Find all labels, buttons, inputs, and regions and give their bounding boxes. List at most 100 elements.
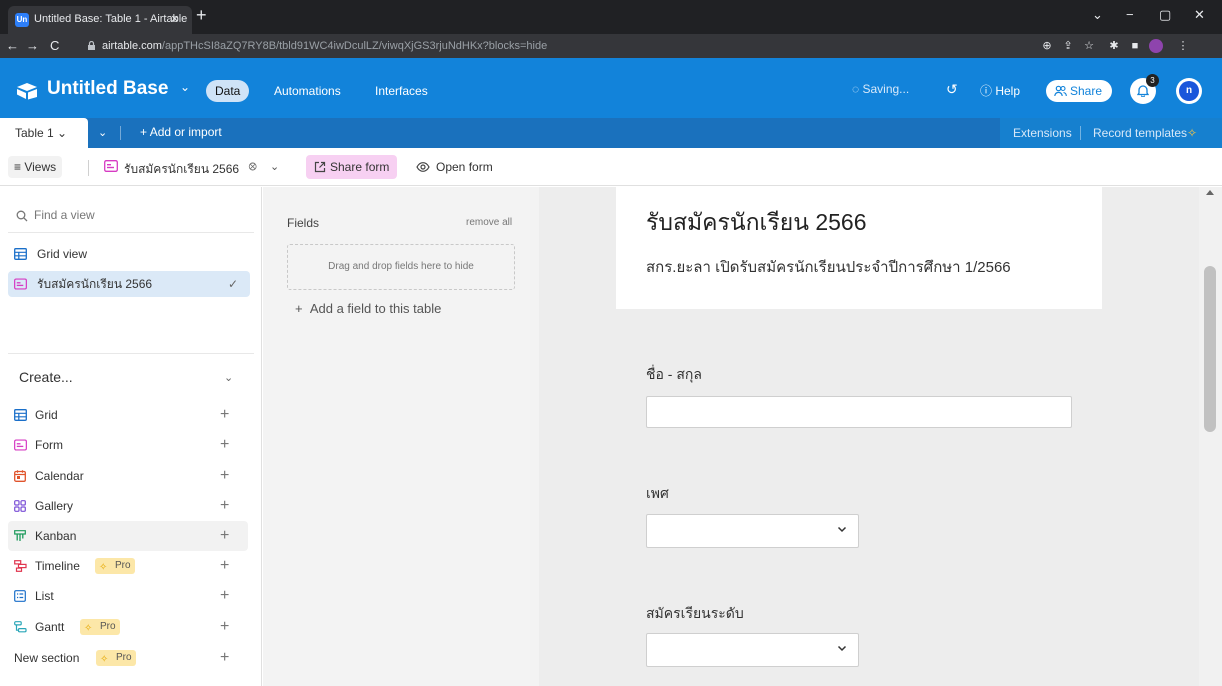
- browser-menu-icon[interactable]: ⋮: [1176, 39, 1190, 53]
- collaborative-view-icon[interactable]: ꕕ: [248, 160, 257, 175]
- base-menu-chevron-icon[interactable]: ⌄: [180, 80, 190, 94]
- create-item-label: Gantt: [35, 620, 65, 634]
- record-templates-button[interactable]: Record templates✧: [1093, 126, 1197, 140]
- create-collapse-chevron-icon[interactable]: ⌄: [224, 371, 233, 384]
- create-calendar-item[interactable]: Calendar +: [8, 461, 248, 491]
- side-panel-icon[interactable]: ■: [1128, 39, 1142, 53]
- create-gantt-item[interactable]: Gantt ✧ Pro +: [8, 612, 248, 642]
- close-window-button[interactable]: ✕: [1194, 7, 1205, 23]
- create-list-item[interactable]: List +: [8, 581, 248, 611]
- reload-icon[interactable]: C: [50, 38, 59, 54]
- create-gallery-item[interactable]: Gallery +: [8, 491, 248, 521]
- sparkle-icon: ✧: [99, 562, 108, 573]
- views-label: Views: [24, 160, 57, 174]
- base-name[interactable]: Untitled Base: [47, 78, 168, 100]
- add-field-button[interactable]: + Add a field to this table: [295, 301, 441, 316]
- gender-select[interactable]: [646, 514, 859, 548]
- user-avatar[interactable]: n: [1176, 78, 1202, 104]
- find-view-placeholder: Find a view: [34, 208, 95, 222]
- url-text: airtable.com/appTHcSI8aZQ7RY8B/tbld91WC4…: [102, 40, 547, 52]
- scroll-up-arrow-icon[interactable]: [1206, 190, 1214, 195]
- tab-interfaces[interactable]: Interfaces: [375, 84, 428, 98]
- plus-icon: +: [220, 497, 230, 514]
- table-tab[interactable]: Table 1 ⌄: [0, 118, 88, 148]
- gantt-icon: [14, 621, 27, 633]
- saving-text: Saving...: [862, 82, 910, 96]
- extensions-puzzle-icon[interactable]: ✱: [1107, 39, 1121, 53]
- history-icon[interactable]: ↺: [946, 81, 958, 98]
- plus-icon: +: [220, 587, 230, 604]
- sidebar-divider: [8, 232, 254, 233]
- airtable-favicon-icon: Un: [15, 13, 29, 27]
- url-path: /appTHcSI8aZQ7RY8B/tbld91WC4iwDculLZ/viw…: [161, 40, 548, 52]
- sparkle-icon: ✧: [1187, 126, 1198, 140]
- sidebar-item-grid-view[interactable]: Grid view: [8, 241, 250, 267]
- create-grid-item[interactable]: Grid +: [8, 400, 248, 430]
- plus-icon: +: [220, 618, 230, 635]
- tab-data[interactable]: Data: [206, 80, 250, 102]
- add-field-label: Add a field to this table: [309, 301, 442, 316]
- sidebar-item-form-view[interactable]: รับสมัครนักเรียน 2566 ✓: [8, 271, 250, 297]
- new-tab-button[interactable]: +: [196, 6, 207, 24]
- level-select[interactable]: [646, 633, 859, 667]
- browser-tab-title: Untitled Base: Table 1 - Airtable: [34, 13, 188, 25]
- create-form-item[interactable]: Form +: [8, 430, 248, 460]
- view-menu-chevron-icon[interactable]: ⌄: [270, 160, 279, 173]
- create-section-header[interactable]: Create...: [19, 369, 73, 385]
- notifications-button[interactable]: 3: [1130, 74, 1159, 104]
- hidden-fields-dropzone[interactable]: Drag and drop fields here to hide: [287, 244, 515, 290]
- share-button[interactable]: Share: [1046, 80, 1113, 102]
- timeline-icon: [14, 560, 27, 572]
- form-scrollbar[interactable]: [1199, 187, 1222, 686]
- form-title[interactable]: รับสมัครนักเรียน 2566: [646, 205, 867, 241]
- form-icon: [14, 439, 27, 451]
- plus-icon: +: [220, 436, 230, 453]
- tab-automations[interactable]: Automations: [274, 84, 341, 98]
- minimize-button[interactable]: −: [1126, 7, 1134, 22]
- forward-arrow-icon[interactable]: →: [26, 38, 39, 54]
- pro-label: Pro: [116, 652, 132, 663]
- all-tables-chevron-icon[interactable]: ⌄: [98, 126, 107, 139]
- zoom-icon[interactable]: ⊕: [1040, 39, 1054, 53]
- scrollbar-thumb[interactable]: [1204, 266, 1216, 432]
- sidebar-item-label: รับสมัครนักเรียน 2566: [37, 277, 153, 291]
- name-input[interactable]: [646, 396, 1072, 428]
- create-item-label: Gallery: [35, 499, 74, 513]
- find-view-input[interactable]: Find a view: [16, 208, 95, 222]
- question-label-gender: เพศ: [646, 485, 669, 501]
- grid-icon: [14, 248, 27, 260]
- external-link-icon: [314, 161, 326, 173]
- share-page-icon[interactable]: ⇪: [1061, 39, 1075, 53]
- current-view-name[interactable]: รับสมัครนักเรียน 2566: [124, 160, 239, 179]
- pro-label: Pro: [115, 560, 131, 571]
- avatar-initial: n: [1179, 81, 1199, 101]
- remove-all-button[interactable]: remove all: [466, 217, 512, 228]
- url-host: airtable.com: [102, 40, 162, 52]
- plus-icon: +: [220, 557, 230, 574]
- back-arrow-icon[interactable]: ←: [6, 38, 19, 54]
- profile-avatar-icon[interactable]: [1149, 39, 1163, 53]
- open-form-button[interactable]: Open form: [416, 155, 493, 179]
- share-form-button[interactable]: Share form: [306, 155, 398, 179]
- tab-close-icon[interactable]: ×: [171, 11, 179, 26]
- bookmark-star-icon[interactable]: ☆: [1082, 39, 1096, 53]
- list-icon: [14, 590, 26, 602]
- browser-toolbar: ← → C airtable.com/appTHcSI8aZQ7RY8B/tbl…: [0, 34, 1222, 58]
- help-label: Help: [995, 84, 1021, 98]
- form-icon: [104, 160, 118, 172]
- table-chevron-icon: ⌄: [57, 126, 68, 140]
- tab-search-icon[interactable]: ⌄: [1092, 7, 1103, 23]
- address-bar[interactable]: airtable.com/appTHcSI8aZQ7RY8B/tbld91WC4…: [72, 36, 1012, 56]
- create-kanban-item[interactable]: Kanban +: [8, 521, 248, 551]
- extensions-button[interactable]: Extensions: [1013, 126, 1072, 140]
- browser-tab[interactable]: Un Untitled Base: Table 1 - Airtable ×: [8, 6, 192, 34]
- add-or-import-button[interactable]: + Add or import: [140, 125, 222, 139]
- views-toggle-button[interactable]: ≡ Views: [8, 156, 63, 178]
- browser-tab-strip: Un Untitled Base: Table 1 - Airtable × +…: [0, 0, 1222, 34]
- restore-button[interactable]: ▢: [1159, 7, 1171, 23]
- create-new-section-item[interactable]: New section ✧ Pro +: [8, 643, 248, 673]
- saving-spinner-icon: ◌: [852, 82, 863, 96]
- form-description[interactable]: สกร.ยะลา เปิดรับสมัครนักเรียนประจำปีการศ…: [646, 255, 1011, 279]
- create-timeline-item[interactable]: Timeline ✧ Pro +: [8, 551, 248, 581]
- help-button[interactable]: ⓘ Help: [980, 82, 1020, 99]
